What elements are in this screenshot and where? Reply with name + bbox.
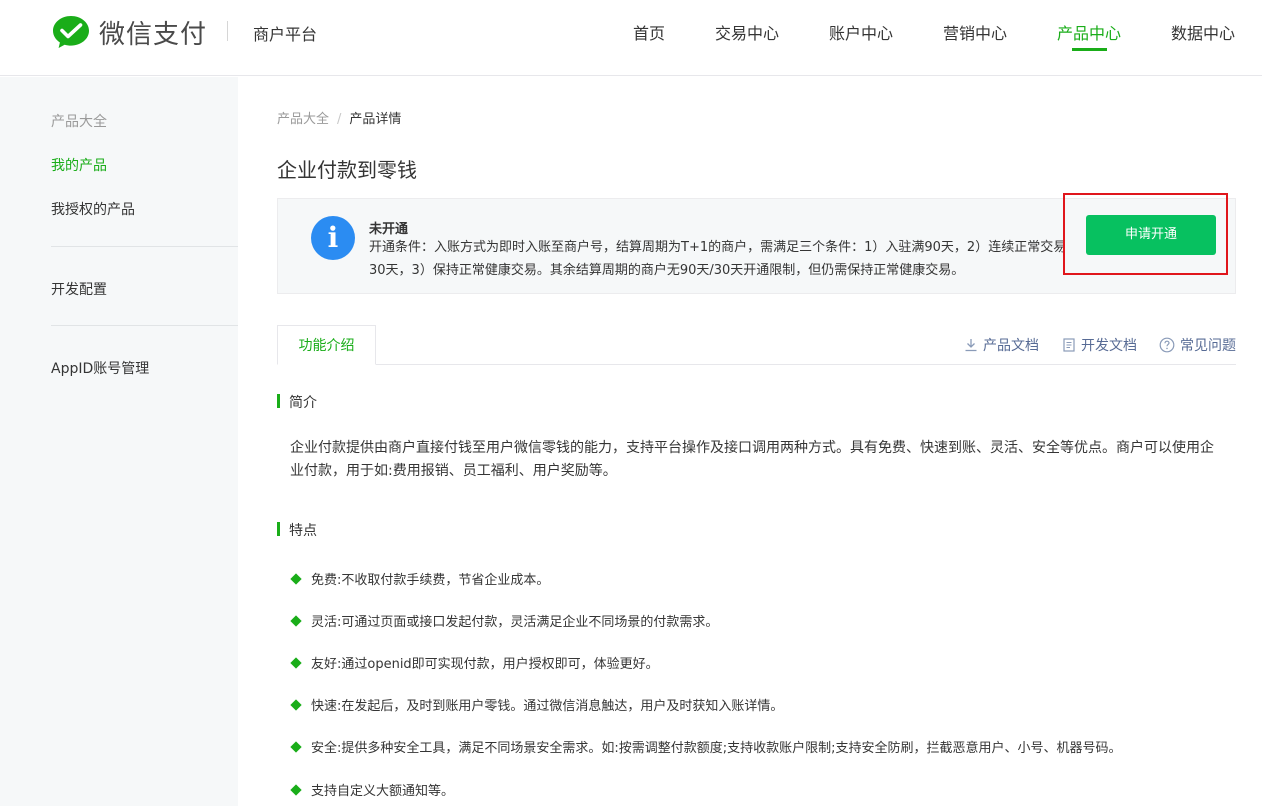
faq-link[interactable]: 常见问题 bbox=[1159, 335, 1236, 355]
feature-item: 快速:在发起后，及时到账用户零钱。通过微信消息触达，用户及时获知入账详情。 bbox=[290, 695, 783, 714]
status-title: 未开通 bbox=[369, 222, 409, 237]
feature-text: 安全:提供多种安全工具，满足不同场景安全需求。如:按需调整付款额度;支持收款账户… bbox=[311, 741, 1122, 756]
bullet-diamond-icon bbox=[290, 572, 302, 585]
bullet-diamond-icon bbox=[290, 698, 302, 711]
wechat-pay-logo[interactable]: 微信支付 bbox=[52, 14, 207, 50]
tab-feature-intro[interactable]: 功能介绍 bbox=[277, 325, 376, 365]
activation-conditions: 开通条件：入账方式为即时入账至商户号，结算周期为T+1的商户，需满足三个条件：1… bbox=[369, 240, 1067, 278]
feature-text: 免费:不收取付款手续费，节省企业成本。 bbox=[311, 573, 550, 588]
feature-item: 灵活:可通过页面或接口发起付款，灵活满足企业不同场景的付款需求。 bbox=[290, 611, 718, 630]
bullet-diamond-icon bbox=[290, 656, 302, 669]
nav-marketing[interactable]: 营销中心 bbox=[943, 20, 1007, 44]
bullet-diamond-icon bbox=[290, 783, 302, 796]
feature-item: 免费:不收取付款手续费，节省企业成本。 bbox=[290, 569, 549, 588]
breadcrumb-separator: / bbox=[337, 112, 342, 127]
page-title: 企业付款到零钱 bbox=[277, 158, 417, 182]
sidebar: 产品大全 我的产品 我授权的产品 开发配置 AppID账号管理 bbox=[0, 77, 238, 806]
bullet-diamond-icon bbox=[290, 740, 302, 753]
feature-text: 支持自定义大额通知等。 bbox=[311, 784, 455, 799]
info-icon: i bbox=[311, 216, 355, 260]
sidebar-divider bbox=[51, 325, 238, 326]
intro-text: 企业付款提供由商户直接付钱至用户微信零钱的能力，支持平台操作及接口调用两种方式。… bbox=[290, 440, 1214, 479]
faq-label: 常见问题 bbox=[1180, 338, 1236, 354]
tabs-divider bbox=[277, 364, 1236, 365]
product-doc-label: 产品文档 bbox=[983, 338, 1039, 354]
nav-active-indicator bbox=[1072, 48, 1107, 51]
sidebar-divider bbox=[51, 246, 238, 247]
nav-data[interactable]: 数据中心 bbox=[1171, 20, 1235, 44]
nav-home[interactable]: 首页 bbox=[633, 20, 665, 44]
feature-text: 灵活:可通过页面或接口发起付款，灵活满足企业不同场景的付款需求。 bbox=[311, 615, 719, 630]
sidebar-item-all-products[interactable]: 产品大全 bbox=[51, 111, 107, 131]
platform-name: 商户平台 bbox=[253, 25, 318, 44]
feature-text: 友好:通过openid即可实现付款，用户授权即可，体验更好。 bbox=[311, 657, 659, 672]
nav-account[interactable]: 账户中心 bbox=[829, 20, 893, 44]
feature-text: 快速:在发起后，及时到账用户零钱。通过微信消息触达，用户及时获知入账详情。 bbox=[311, 699, 784, 714]
feature-item: 安全:提供多种安全工具，满足不同场景安全需求。如:按需调整付款额度;支持收款账户… bbox=[290, 737, 1122, 756]
wechat-pay-logo-icon bbox=[53, 16, 89, 48]
breadcrumb: 产品大全 / 产品详情 bbox=[277, 108, 401, 127]
dev-doc-label: 开发文档 bbox=[1081, 338, 1137, 354]
sidebar-item-authorized-products[interactable]: 我授权的产品 bbox=[51, 199, 135, 219]
nav-transactions[interactable]: 交易中心 bbox=[715, 20, 779, 44]
logo-text: 微信支付 bbox=[99, 19, 208, 50]
sidebar-item-appid-management[interactable]: AppID账号管理 bbox=[51, 358, 149, 378]
apply-activation-button[interactable]: 申请开通 bbox=[1086, 215, 1216, 255]
breadcrumb-current: 产品详情 bbox=[349, 112, 402, 127]
document-icon bbox=[1063, 338, 1075, 352]
feature-item: 友好:通过openid即可实现付款，用户授权即可，体验更好。 bbox=[290, 653, 659, 672]
header-divider bbox=[227, 21, 228, 41]
features-heading: 特点 bbox=[277, 520, 317, 540]
download-icon bbox=[965, 339, 977, 352]
bullet-diamond-icon bbox=[290, 614, 302, 627]
status-notice: i 未开通 开通条件：入账方式为即时入账至商户号，结算周期为T+1的商户，需满足… bbox=[277, 198, 1236, 294]
feature-item: 支持自定义大额通知等。 bbox=[290, 780, 454, 799]
breadcrumb-parent[interactable]: 产品大全 bbox=[277, 112, 329, 127]
dev-doc-link[interactable]: 开发文档 bbox=[1062, 335, 1137, 355]
question-icon bbox=[1159, 337, 1175, 353]
sidebar-item-my-products[interactable]: 我的产品 bbox=[51, 155, 107, 175]
intro-heading: 简介 bbox=[277, 392, 317, 412]
top-header: 微信支付 商户平台 首页 交易中心 账户中心 营销中心 产品中心 数据中心 bbox=[0, 0, 1262, 76]
nav-products[interactable]: 产品中心 bbox=[1057, 20, 1121, 44]
product-doc-link[interactable]: 产品文档 bbox=[964, 335, 1039, 355]
sidebar-item-dev-config[interactable]: 开发配置 bbox=[51, 279, 107, 299]
